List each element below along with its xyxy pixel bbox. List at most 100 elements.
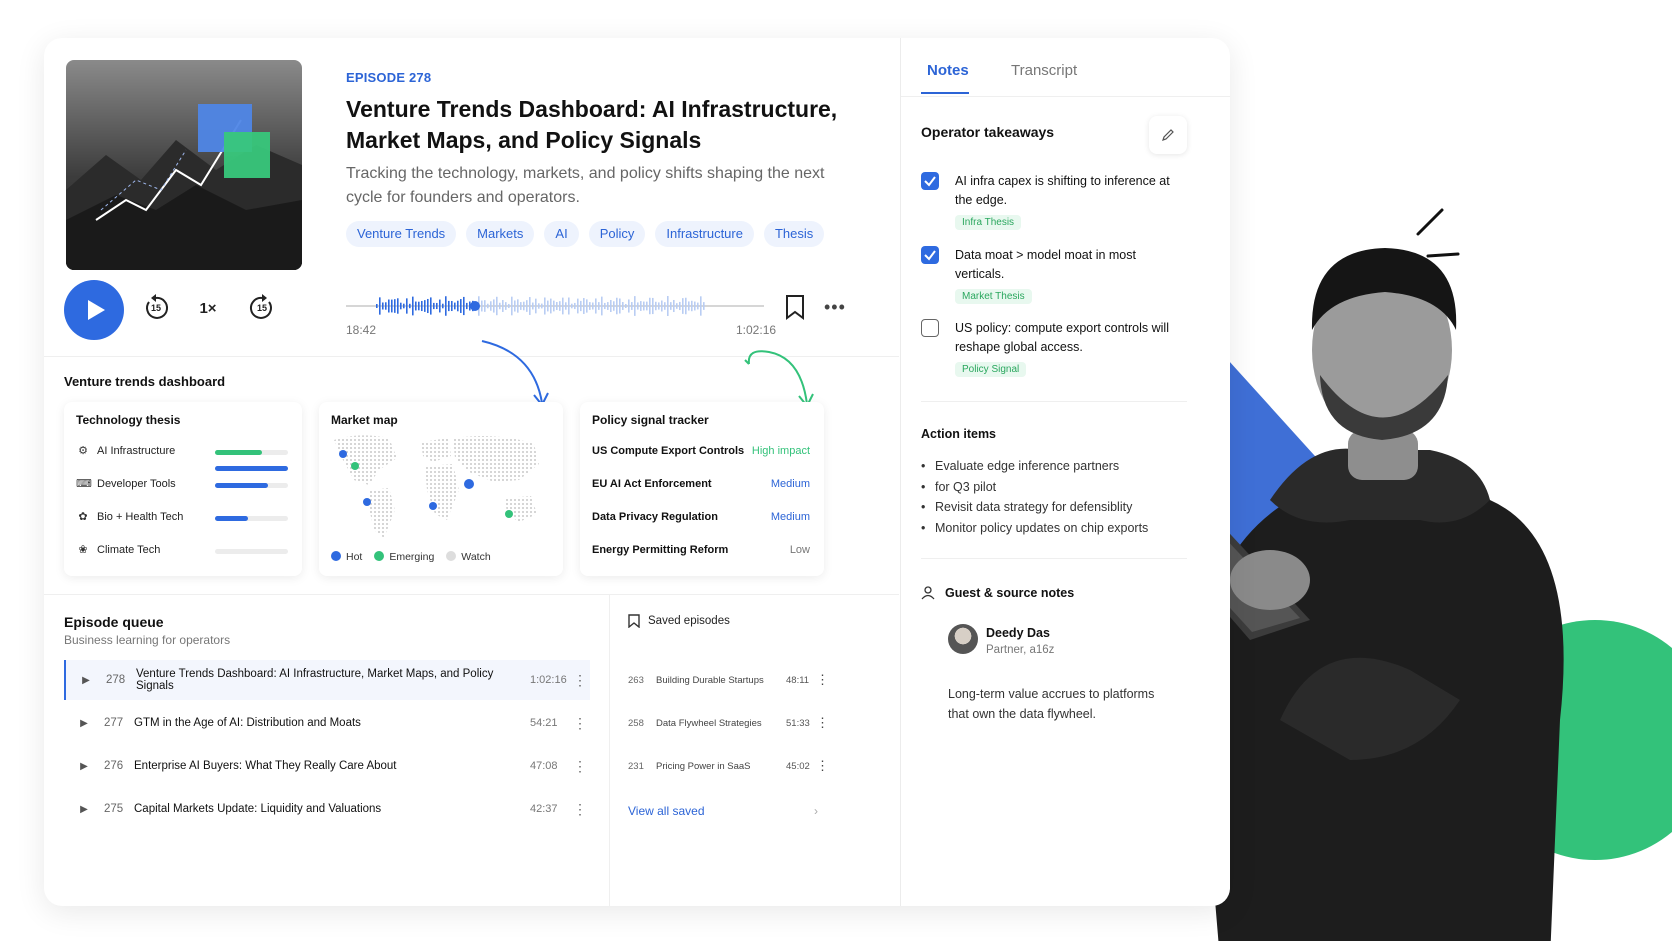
audio-waveform-scrubber[interactable] — [346, 286, 764, 326]
skip-forward-button[interactable]: 15 — [244, 290, 280, 326]
unchecked-checkbox[interactable] — [921, 319, 939, 337]
tag-thesis[interactable]: Thesis — [763, 221, 825, 247]
tag-infrastructure[interactable]: Infrastructure — [655, 221, 754, 247]
impact-badge: Medium — [770, 511, 810, 523]
policy-row[interactable]: Energy Permitting Reform Low — [592, 544, 810, 556]
waveform-bar — [667, 296, 669, 316]
episode-number: EPISODE 278 — [346, 70, 432, 85]
dna-icon: ✿ — [78, 511, 88, 523]
play-icon[interactable]: ▶ — [64, 761, 104, 772]
waveform-bar — [538, 303, 540, 309]
policy-row[interactable]: US Compute Export Controls High impact — [592, 445, 810, 457]
legend-hot: Hot — [331, 551, 362, 563]
play-icon[interactable]: ▶ — [64, 718, 104, 729]
queue-row[interactable]: ▶ 278 Venture Trends Dashboard: AI Infrast… — [64, 660, 590, 700]
waveform-bar — [595, 298, 597, 314]
waveform-bar — [571, 303, 573, 309]
impact-badge: Medium — [770, 478, 810, 490]
thesis-bar — [215, 450, 288, 455]
saved-row[interactable]: 258 Data Flywheel Strategies 51:33 ⋮ — [628, 713, 829, 733]
saved-row[interactable]: 263 Building Durable Startups 48:11 ⋮ — [628, 670, 829, 690]
thesis-bar — [215, 549, 288, 554]
divider — [921, 401, 1187, 402]
episode-subtitle: Tracking the technology, markets, and po… — [346, 165, 825, 206]
active-tab-indicator — [921, 92, 969, 94]
scrubber-handle[interactable] — [470, 301, 480, 311]
tag-markets[interactable]: Markets — [466, 221, 535, 247]
waveform-bar — [673, 299, 675, 313]
waveform-bar — [460, 299, 462, 313]
tag-venture-trends[interactable]: Venture Trends — [346, 221, 457, 247]
saved-row[interactable]: 231 Pricing Power in SaaS 45:02 ⋮ — [628, 756, 829, 776]
kebab-menu-icon[interactable]: ⋮ — [816, 715, 829, 731]
waveform-bar — [436, 302, 438, 310]
view-all-saved-link[interactable]: View all saved — [628, 804, 705, 818]
waveform-bar — [700, 296, 702, 316]
impact-badge: Low — [789, 544, 810, 556]
skip-back-button[interactable]: 15 — [138, 290, 174, 326]
tag-ai[interactable]: AI — [544, 221, 579, 247]
waveform-bar — [613, 301, 615, 311]
waveform-bar — [685, 297, 687, 315]
waveform-bar — [520, 302, 522, 310]
queue-row[interactable]: ▶ 277 GTM in the Age of AI: Distribution a… — [64, 703, 590, 743]
play-icon — [88, 300, 105, 320]
speed-button[interactable]: 1× — [190, 290, 226, 326]
play-icon[interactable]: ▶ — [64, 804, 104, 815]
tab-notes[interactable]: Notes — [927, 62, 969, 79]
waveform-bar — [388, 299, 390, 313]
saved-num: 258 — [628, 717, 644, 729]
kebab-menu-icon[interactable]: ⋮ — [570, 715, 590, 732]
checked-checkbox[interactable] — [921, 246, 939, 264]
waveform-bar — [535, 298, 537, 314]
saved-episodes-title: Saved episodes — [648, 615, 730, 627]
waveform-bar — [433, 302, 435, 310]
kebab-menu-icon[interactable]: ⋮ — [570, 672, 590, 689]
waveform-bar — [568, 297, 570, 315]
saved-title: Data Flywheel Strategies — [656, 717, 762, 729]
takeaway-item: AI infra capex is shifting to inference … — [921, 172, 1181, 230]
kebab-menu-icon[interactable]: ⋮ — [816, 758, 829, 774]
kebab-menu-icon[interactable]: ⋮ — [570, 758, 590, 775]
waveform-bar — [559, 301, 561, 311]
total-time: 1:02:16 — [736, 323, 777, 337]
waveform-bar — [496, 296, 498, 316]
play-icon[interactable]: ▶ — [66, 675, 106, 686]
waveform-bar — [424, 300, 426, 312]
queue-row[interactable]: ▶ 276 Enterprise AI Buyers: What They Real… — [64, 746, 590, 786]
legend-watch: Watch — [446, 551, 491, 563]
impact-badge: High impact — [751, 445, 810, 457]
policy-row[interactable]: Data Privacy Regulation Medium — [592, 511, 810, 523]
saved-duration: 48:11 — [786, 674, 810, 686]
edit-button[interactable] — [1149, 116, 1187, 154]
tag-policy[interactable]: Policy — [588, 221, 646, 247]
thesis-bar-secondary — [215, 466, 288, 471]
waveform-bar — [544, 297, 546, 315]
more-options-icon[interactable]: ••• — [824, 298, 846, 316]
divider — [44, 594, 899, 595]
saved-duration: 51:33 — [786, 717, 810, 729]
saved-episodes-header: Saved episodes — [628, 614, 730, 628]
waveform-bar — [421, 300, 423, 312]
chevron-right-icon[interactable]: › — [814, 804, 818, 818]
waveform-bar — [553, 300, 555, 312]
technology-thesis-title: Technology thesis — [76, 413, 181, 427]
waveform-bar — [562, 297, 564, 315]
kebab-menu-icon[interactable]: ⋮ — [570, 801, 590, 818]
queue-row[interactable]: ▶ 275 Capital Markets Update: Liquidity an… — [64, 789, 590, 829]
takeaway-item: Data moat > model moat in most verticals… — [921, 246, 1181, 304]
bookmark-icon[interactable] — [784, 294, 806, 320]
kebab-menu-icon[interactable]: ⋮ — [816, 672, 829, 688]
episode-duration: 1:02:16 — [530, 674, 567, 686]
tab-transcript[interactable]: Transcript — [1011, 62, 1077, 79]
waveform-bar — [493, 299, 495, 313]
waveform-bar — [418, 301, 420, 311]
bookmark-icon — [628, 614, 640, 628]
waveform-bar — [391, 299, 393, 313]
checked-checkbox[interactable] — [921, 172, 939, 190]
waveform-bar — [655, 301, 657, 311]
episode-title: Capital Markets Update: Liquidity and Va… — [134, 803, 382, 815]
policy-row[interactable]: EU AI Act Enforcement Medium — [592, 478, 810, 490]
action-items-title: Action items — [921, 427, 997, 441]
play-button[interactable] — [64, 280, 124, 340]
